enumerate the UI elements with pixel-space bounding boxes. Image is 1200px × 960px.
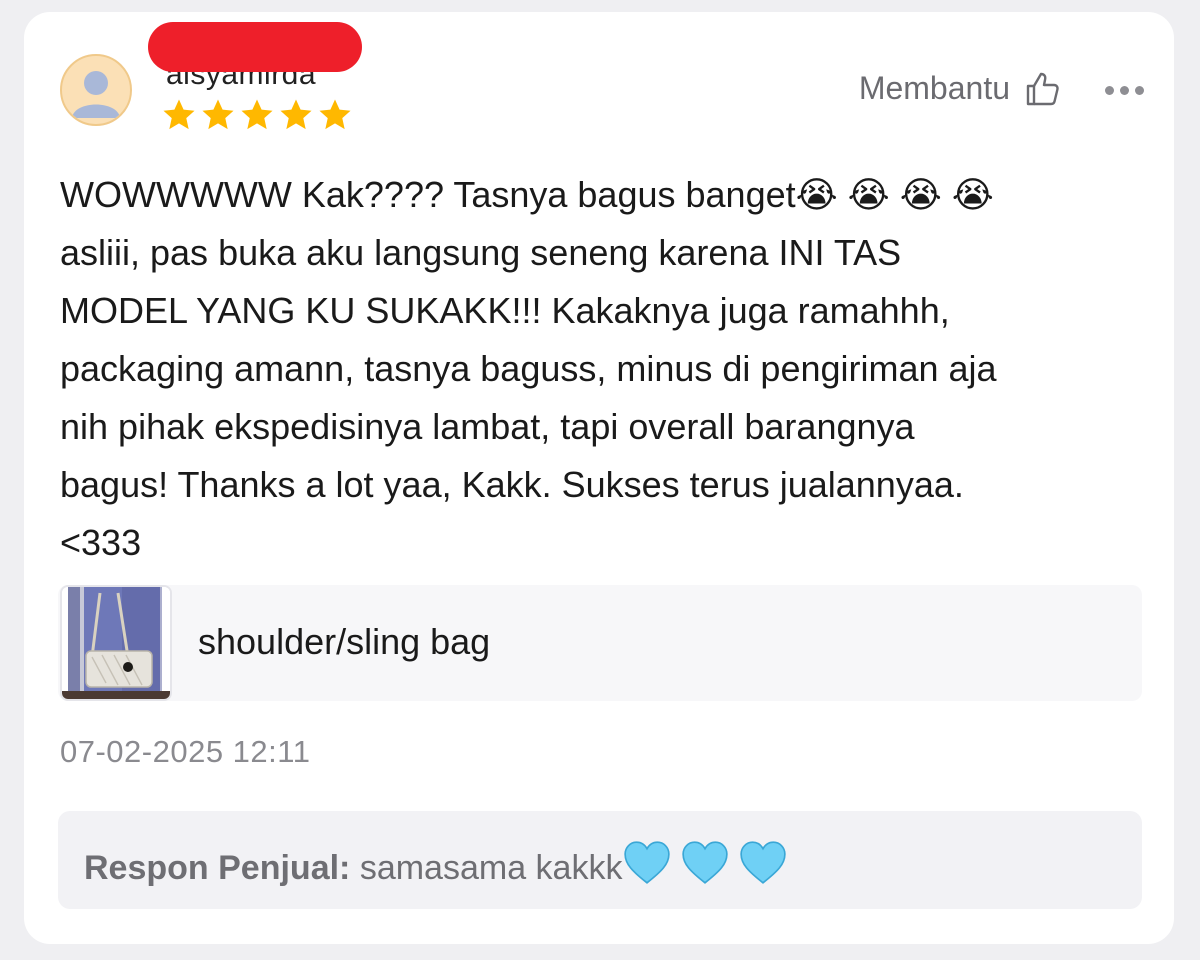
star-icon bbox=[163, 99, 195, 130]
heart-emoji-group bbox=[622, 841, 788, 887]
star-icon bbox=[241, 99, 273, 130]
avatar[interactable] bbox=[60, 54, 132, 126]
star-icon bbox=[280, 99, 312, 130]
light-blue-heart-icon bbox=[682, 841, 729, 884]
more-dots-icon[interactable] bbox=[1105, 86, 1144, 95]
star-icon bbox=[319, 99, 351, 130]
product-name: shoulder/sling bag bbox=[198, 621, 491, 662]
product-thumbnail bbox=[60, 585, 172, 701]
light-blue-heart-icon bbox=[624, 841, 671, 884]
redaction-mark bbox=[148, 22, 362, 72]
review-card: alsyamirda Membantu WOWWWWW Kak???? Tasn… bbox=[24, 12, 1174, 944]
seller-response-text: samasama kakkk bbox=[359, 849, 623, 887]
seller-response-box: Respon Penjual: samasama kakkk bbox=[58, 811, 1142, 909]
person-icon bbox=[72, 71, 120, 118]
seller-response-label: Respon Penjual: bbox=[84, 849, 351, 887]
seller-response: Respon Penjual: samasama kakkk bbox=[84, 839, 788, 888]
review-text: WOWWWWW Kak???? Tasnya bagus banget😭 😭 😭… bbox=[60, 174, 997, 563]
review-timestamp: 07-02-2025 12:11 bbox=[60, 734, 311, 769]
username-area: alsyamirda bbox=[148, 22, 362, 90]
rating-stars bbox=[160, 96, 354, 134]
thumbs-up-icon bbox=[1026, 72, 1059, 105]
helpful-button[interactable]: Membantu bbox=[859, 70, 1060, 107]
light-blue-heart-icon bbox=[740, 841, 787, 884]
star-icon bbox=[202, 99, 234, 130]
product-card[interactable]: shoulder/sling bag bbox=[58, 585, 1142, 701]
helpful-label: Membantu bbox=[858, 70, 1010, 106]
